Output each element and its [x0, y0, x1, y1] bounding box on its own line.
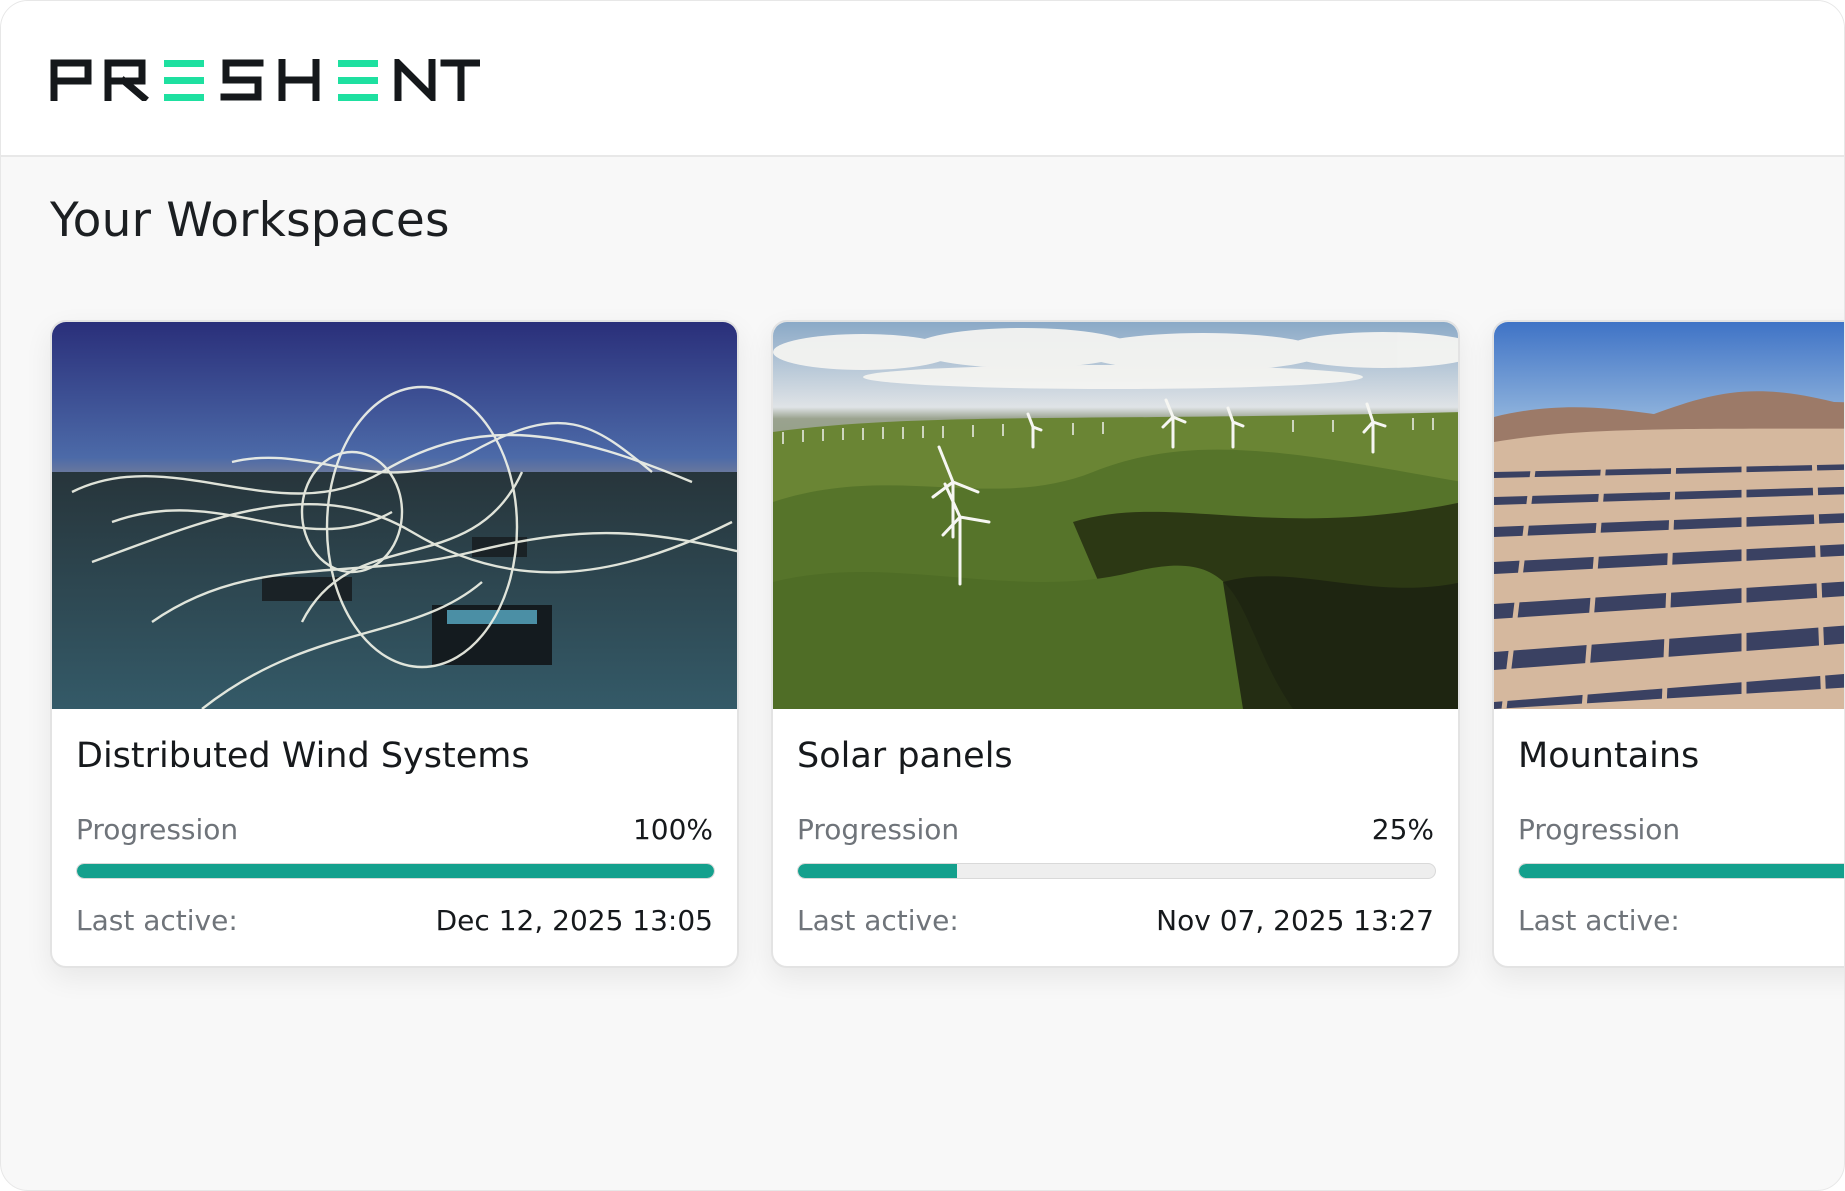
progress-bar — [1518, 863, 1844, 879]
app-window: Your Workspaces Distributed Wind Systems… — [0, 0, 1845, 1191]
progress-bar-fill — [1519, 864, 1844, 878]
workspace-name: Distributed Wind Systems — [76, 736, 530, 776]
progression-label: Progression — [797, 813, 960, 846]
workspace-thumbnail — [1494, 322, 1844, 709]
brand-logo[interactable] — [50, 54, 482, 106]
progress-bar-fill — [77, 864, 714, 878]
workspace-card-mountains[interactable]: Mountains Progression Last active: — [1492, 320, 1844, 968]
last-active-value: Nov 07, 2025 13:27 — [1156, 904, 1434, 937]
progress-bar — [76, 863, 715, 879]
workspace-card-solar-panels[interactable]: Solar panels Progression 25% Last active… — [771, 320, 1460, 968]
workspace-card-distributed-wind-systems[interactable]: Distributed Wind Systems Progression 100… — [50, 320, 739, 968]
progression-value: 25% — [1371, 813, 1434, 846]
last-active-label: Last active: — [797, 904, 959, 937]
workspace-thumbnail — [52, 322, 737, 709]
progression-label: Progression — [76, 813, 239, 846]
light-trails-image-icon — [52, 322, 737, 709]
progress-bar-fill — [798, 864, 958, 878]
workspace-name: Solar panels — [797, 736, 1013, 776]
top-bar — [1, 1, 1844, 157]
page-title: Your Workspaces — [50, 193, 450, 248]
progression-value: 100% — [632, 813, 713, 846]
workspace-name: Mountains — [1518, 736, 1700, 776]
last-active-value: Dec 12, 2025 13:05 — [435, 904, 713, 937]
wind-turbines-image-icon — [773, 322, 1458, 709]
last-active-label: Last active: — [1518, 904, 1680, 937]
solar-farm-image-icon — [1494, 322, 1844, 709]
workspace-thumbnail — [773, 322, 1458, 709]
preshent-logo-icon — [50, 54, 482, 106]
progress-bar — [797, 863, 1436, 879]
last-active-label: Last active: — [76, 904, 238, 937]
progression-label: Progression — [1518, 813, 1681, 846]
